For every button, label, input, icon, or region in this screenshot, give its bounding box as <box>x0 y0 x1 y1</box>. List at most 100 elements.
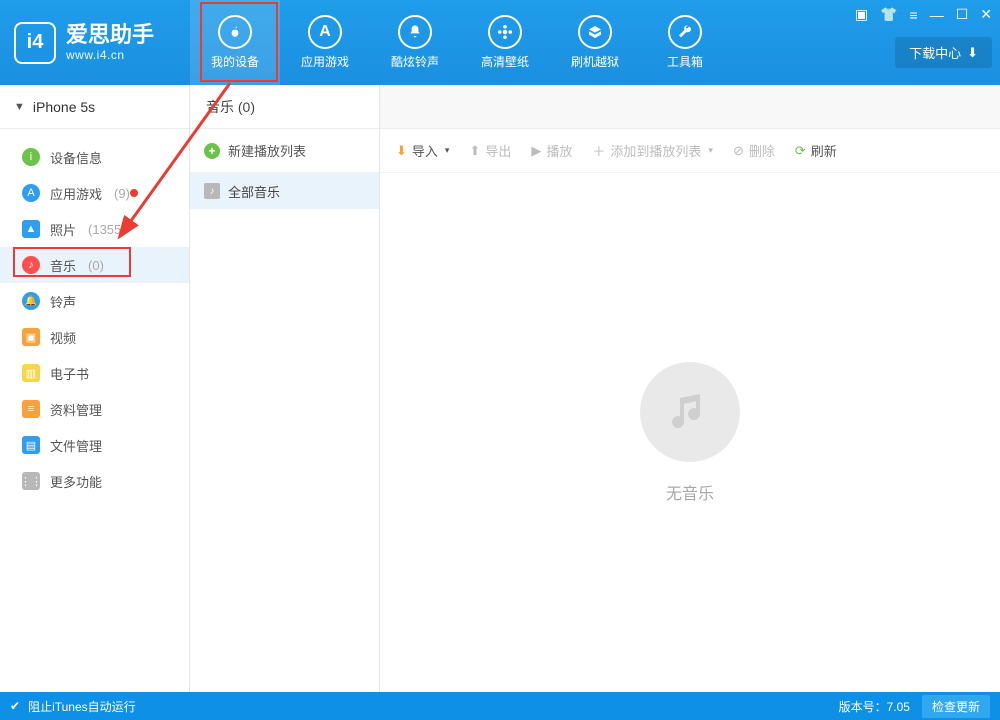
sidebar-item-count: (0) <box>88 258 104 273</box>
play-icon: ▶ <box>531 143 541 159</box>
export-button[interactable]: ⬆ 导出 <box>469 141 511 160</box>
new-playlist-button[interactable]: + 新建播放列表 <box>190 129 379 173</box>
a-circle-icon: A <box>308 15 342 49</box>
delete-button[interactable]: ⊘ 删除 <box>733 141 775 160</box>
download-center-label: 下载中心 <box>909 43 961 62</box>
device-name: iPhone 5s <box>33 99 95 115</box>
import-label: 导入 <box>412 141 438 160</box>
export-label: 导出 <box>485 141 511 160</box>
sidebar-list: i 设备信息 A 应用游戏 (9) ▲ 照片 (1355) ♪ 音乐 (0) 🔔… <box>0 129 189 499</box>
playlist-list: ♪ 全部音乐 <box>190 173 379 209</box>
data-icon: ≡ <box>22 400 40 418</box>
sidebar-item-ringtones[interactable]: 🔔 铃声 <box>0 283 189 319</box>
tab-label: 应用游戏 <box>301 53 349 70</box>
app-body: ▼ iPhone 5s i 设备信息 A 应用游戏 (9) ▲ 照片 (1355… <box>0 85 1000 692</box>
empty-state: 无音乐 <box>380 173 1000 692</box>
status-bar: ✔ 阻止iTunes自动运行 版本号：7.05 检查更新 <box>0 692 1000 720</box>
tab-label: 刷机越狱 <box>571 53 619 70</box>
refresh-icon: ⟳ <box>795 143 806 159</box>
apps-icon: A <box>22 184 40 202</box>
empty-text: 无音乐 <box>666 480 714 504</box>
refresh-label: 刷新 <box>811 141 837 160</box>
refresh-button[interactable]: ⟳ 刷新 <box>795 141 837 160</box>
playlist-header: 音乐 (0) <box>190 85 379 129</box>
plus-icon: + <box>204 143 220 159</box>
tab-app-games[interactable]: A 应用游戏 <box>280 0 370 85</box>
tab-toolbox[interactable]: 工具箱 <box>640 0 730 85</box>
sidebar-item-label: 设备信息 <box>50 148 102 167</box>
sidebar-item-label: 音乐 <box>50 256 76 275</box>
sidebar-item-files[interactable]: ▤ 文件管理 <box>0 427 189 463</box>
sidebar-item-apps[interactable]: A 应用游戏 (9) <box>0 175 189 211</box>
device-picker[interactable]: ▼ iPhone 5s <box>0 85 189 129</box>
close-button[interactable]: ✕ <box>980 6 992 23</box>
sidebar-item-label: 文件管理 <box>50 436 102 455</box>
sidebar-item-data[interactable]: ≡ 资料管理 <box>0 391 189 427</box>
import-button[interactable]: ⬇ 导入 ▾ <box>396 141 449 160</box>
sidebar-item-label: 电子书 <box>50 364 89 383</box>
sidebar-item-label: 照片 <box>50 220 76 239</box>
bell-small-icon: 🔔 <box>22 292 40 310</box>
files-icon: ▤ <box>22 436 40 454</box>
new-playlist-label: 新建播放列表 <box>228 141 306 160</box>
more-icon: ⋮⋮ <box>22 472 40 490</box>
sidebar-item-count: (1355) <box>88 222 126 237</box>
brand: i4 爱思助手 www.i4.cn <box>0 0 190 85</box>
brand-title: 爱思助手 <box>66 23 154 47</box>
main-tab-strip <box>380 85 1000 129</box>
download-icon: ⬇ <box>967 45 978 61</box>
sidebar-item-label: 应用游戏 <box>50 184 102 203</box>
tab-label: 酷炫铃声 <box>391 53 439 70</box>
top-tabs: 我的设备 A 应用游戏 酷炫铃声 高清壁纸 刷机越狱 <box>190 0 730 85</box>
playlist-item-all[interactable]: ♪ 全部音乐 <box>190 173 379 209</box>
export-icon: ⬆ <box>469 143 480 159</box>
chevron-down-icon: ▼ <box>14 101 25 113</box>
sidebar: ▼ iPhone 5s i 设备信息 A 应用游戏 (9) ▲ 照片 (1355… <box>0 85 190 692</box>
tab-my-device[interactable]: 我的设备 <box>190 0 280 85</box>
app-header: i4 爱思助手 www.i4.cn 我的设备 A 应用游戏 酷炫铃声 高清 <box>0 0 1000 85</box>
empty-music-icon <box>640 362 740 462</box>
check-update-button[interactable]: 检查更新 <box>922 695 990 718</box>
tab-label: 我的设备 <box>211 53 259 70</box>
box-icon <box>578 15 612 49</box>
wrench-icon <box>668 15 702 49</box>
menu-icon[interactable]: ≡ <box>910 7 918 23</box>
minimize-button[interactable]: — <box>930 7 944 23</box>
tab-jailbreak[interactable]: 刷机越狱 <box>550 0 640 85</box>
check-icon: ✔ <box>10 699 20 713</box>
video-icon: ▣ <box>22 328 40 346</box>
sidebar-item-ebooks[interactable]: ▥ 电子书 <box>0 355 189 391</box>
photos-icon: ▲ <box>22 220 40 238</box>
sidebar-item-label: 铃声 <box>50 292 76 311</box>
skin-icon[interactable]: 👕 <box>880 6 897 23</box>
download-center-button[interactable]: 下载中心 ⬇ <box>895 37 992 68</box>
feedback-icon[interactable]: ▣ <box>855 6 868 23</box>
delete-label: 删除 <box>749 141 775 160</box>
tab-ringtones[interactable]: 酷炫铃声 <box>370 0 460 85</box>
delete-icon: ⊘ <box>733 143 744 159</box>
maximize-button[interactable]: ☐ <box>956 6 969 23</box>
tab-label: 工具箱 <box>667 53 703 70</box>
main-area: ⬇ 导入 ▾ ⬆ 导出 ▶ 播放 ＋ 添加到播放列表 ▾ ⊘ 删除 <box>380 85 1000 692</box>
add-to-playlist-button[interactable]: ＋ 添加到播放列表 ▾ <box>592 141 713 160</box>
play-label: 播放 <box>546 141 572 160</box>
sidebar-item-videos[interactable]: ▣ 视频 <box>0 319 189 355</box>
itunes-block-toggle[interactable]: 阻止iTunes自动运行 <box>28 698 136 715</box>
book-icon: ▥ <box>22 364 40 382</box>
sidebar-item-more[interactable]: ⋮⋮ 更多功能 <box>0 463 189 499</box>
info-icon: i <box>22 148 40 166</box>
note-icon: ♪ <box>204 183 220 199</box>
brand-logo: i4 <box>14 22 56 64</box>
window-controls: ▣ 👕 ≡ — ☐ ✕ <box>855 6 992 23</box>
apple-icon <box>218 15 252 49</box>
flower-icon <box>488 15 522 49</box>
tab-wallpapers[interactable]: 高清壁纸 <box>460 0 550 85</box>
play-button[interactable]: ▶ 播放 <box>531 141 572 160</box>
sidebar-item-label: 资料管理 <box>50 400 102 419</box>
playlist-item-label: 全部音乐 <box>228 182 280 201</box>
sidebar-item-photos[interactable]: ▲ 照片 (1355) <box>0 211 189 247</box>
chevron-down-icon: ▾ <box>445 145 450 156</box>
sidebar-item-label: 更多功能 <box>50 472 102 491</box>
sidebar-item-music[interactable]: ♪ 音乐 (0) <box>0 247 189 283</box>
sidebar-item-device-info[interactable]: i 设备信息 <box>0 139 189 175</box>
